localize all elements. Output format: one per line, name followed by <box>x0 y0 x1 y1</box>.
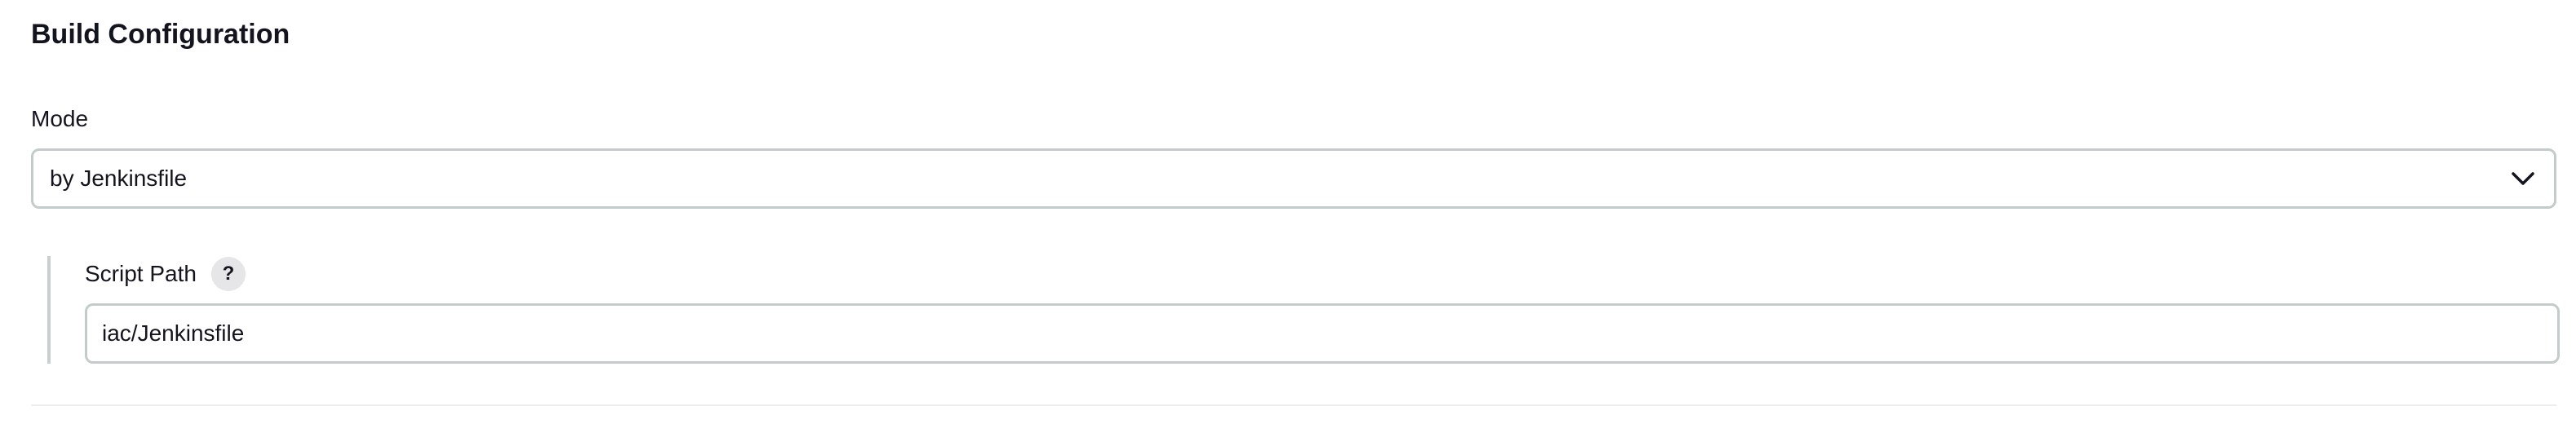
section-title: Build Configuration <box>31 19 290 50</box>
mode-selected-value: by Jenkinsfile <box>50 166 188 191</box>
help-button[interactable]: ? <box>210 257 246 291</box>
mode-label: Mode <box>31 106 89 131</box>
mode-select[interactable]: by Jenkinsfile <box>31 148 2556 209</box>
build-configuration-section: Build Configuration Mode by Jenkinsfile … <box>0 0 2576 424</box>
chevron-down-icon <box>2508 164 2538 193</box>
script-path-label-row: Script Path ? <box>85 256 246 292</box>
script-path-group: Script Path ? <box>47 256 2560 364</box>
script-path-label: Script Path <box>85 261 197 286</box>
script-path-input[interactable] <box>85 303 2560 364</box>
section-divider <box>31 404 2556 406</box>
